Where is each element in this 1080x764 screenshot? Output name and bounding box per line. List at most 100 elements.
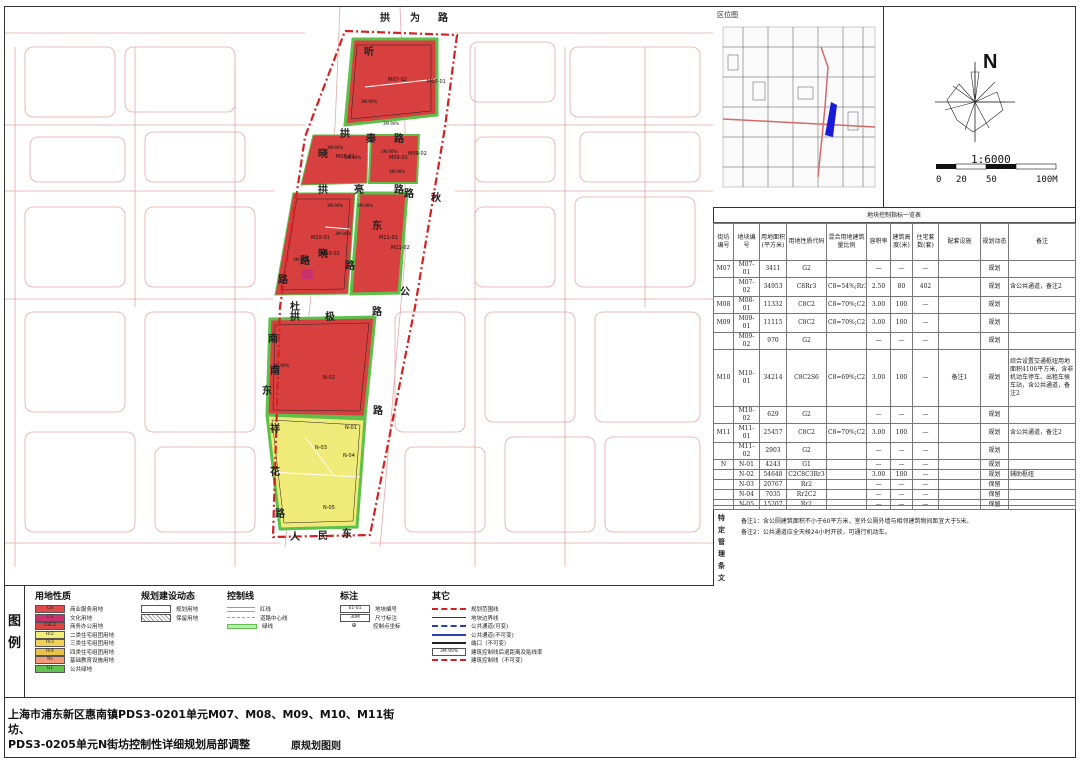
control-annotation: 3M.90% (389, 169, 405, 174)
table-cell: 规划 (980, 277, 1009, 297)
table-cell: 2.50 (866, 277, 891, 297)
table-cell (1008, 459, 1076, 470)
road-name-char: 人 (290, 530, 301, 543)
table-cell: 100 (890, 423, 913, 443)
road-name-char: 秦 (365, 132, 377, 145)
parcel-label: M09-02 (408, 151, 427, 157)
legend-label: 地块编号 (375, 607, 398, 614)
table-cell: 2903 (759, 442, 787, 460)
table-row: M07 M07-01 3411 G2— — — 规划 (713, 260, 1076, 278)
table-cell: 含公共通道，备注2 (1008, 277, 1076, 297)
table-cell (826, 479, 867, 490)
legend-marks: 标注 01-01 地块编号 30M 尺寸标注 ⊕ 控制点坐标 (340, 589, 401, 631)
table-cell (1008, 479, 1076, 490)
scale-tick: 100M (1036, 175, 1058, 185)
legend-label: 公共通道(可变) (471, 624, 509, 631)
table-row: N-04 7035 Rr2C2— — — 保留 (713, 489, 1076, 500)
table-cell: M11-01 (733, 423, 760, 443)
legend-label: 规划用地 (176, 607, 199, 614)
legend-land-use: 用地性质 C8 商业服务用地 C3 文化用地 C8C2 商务办公用地 Rr2 二类住宅组团用地… (35, 589, 114, 673)
plan-subtitle: 原规划图则 (291, 741, 341, 752)
legend-control-title: 控制线 (227, 592, 255, 602)
table-cell: 含公共通道，备注2 (1008, 423, 1076, 443)
road-name-char: 极 (325, 310, 336, 323)
legend-label: 地块边界线 (471, 615, 499, 622)
legend-row: 3M.90% 建筑控制线后退距离及贴线率 (432, 647, 543, 657)
legend-label: 公共通道(不可变) (471, 632, 514, 639)
table-title: 地块控制指标一览表 (713, 209, 1075, 223)
index-table: 街坊编号 地块编号 用地面积(平方米) 用地性质代码 混合用地建筑量比例 容积率… (713, 223, 1076, 510)
legend-sample: 30M (340, 613, 370, 622)
special-label: 特定管理条文 (718, 514, 725, 582)
legend-swatch: C8C2 (35, 622, 65, 631)
table-cell: — (890, 479, 913, 490)
legend-other: 其它 规划范围线 地块边界线 公共通道(可变) 公共通道(不可变) 端口（不可变… (432, 589, 543, 665)
table-row: N N-01 4243 G1— — — 规划 (713, 459, 1076, 470)
table-cell: M09 (713, 313, 734, 333)
control-annotation: 3M.90% (293, 257, 309, 262)
legend-marks-title: 标注 (340, 592, 359, 602)
table-row: M09-02 970 G2— — — 规划 (713, 332, 1076, 350)
legend-row: 红线 (227, 605, 288, 614)
table-cell: 11332 (759, 296, 787, 314)
table-cell: M09-01 (733, 313, 760, 333)
table-cell: G2 (786, 406, 827, 424)
table-row: M10M10-0134214C8C2S6C8=69%;C2=40%;S6=1%3… (713, 349, 1076, 407)
legend-row: C3 文化用地 (35, 613, 114, 623)
legend-row: 地块边界线 (432, 614, 543, 623)
control-annotation: 3M.90% (383, 121, 399, 126)
road-name-char: 公 (400, 286, 410, 298)
table-cell: N-02 (733, 469, 760, 480)
table-row: M08M08-0111332C8C2C8=70%;C2=30%3.00100— 规… (713, 296, 1076, 314)
table-cell: — (890, 332, 913, 350)
legend-row: 规划用地 (141, 605, 198, 614)
table-cell: M07 (713, 260, 734, 278)
table-cell: — (890, 489, 913, 500)
table-cell: 规划 (980, 469, 1009, 480)
table-cell: 100 (890, 313, 913, 333)
table-cell: — (912, 479, 939, 490)
table-cell (1008, 313, 1076, 333)
sidebar: 区位图 N 1:6000 0 20 50 100M 地块控制指标一览表 街坊编号… (713, 7, 1076, 585)
road-name-char: 南 (268, 332, 278, 345)
legend-row: 建筑控制线（不可变） (432, 656, 543, 665)
special-notes: 备注1：含公厕建筑面积不小于60平方米，室外公厕外墙与相邻建筑物间距宜大于5米。… (741, 516, 1071, 538)
control-annotation: 3M.90% (327, 145, 343, 150)
legend: 图 例 用地性质 C8 商业服务用地 C3 文化用地 C8C2 商务办公用地 Rr2 二类住宅… (5, 585, 1075, 698)
legend-swatch: C3 (35, 613, 65, 622)
table-cell: — (912, 313, 939, 333)
parcel-label: M11-01 (379, 235, 398, 241)
legend-row: Rr4 四类住宅组团用地 (35, 647, 114, 657)
table-cell: 规划 (980, 296, 1009, 314)
table-cell: 规划 (980, 313, 1009, 333)
table-row: M10-02 629 G2— — — 规划 (713, 406, 1076, 424)
table-cell: 规划 (980, 332, 1009, 350)
table-cell: Rr2C2 (786, 489, 827, 500)
road-name-char: 路 (394, 132, 405, 145)
table-cell: G2 (786, 332, 827, 350)
header-status: 规划动态 (980, 223, 1009, 261)
control-annotation: 3M.90% (327, 203, 343, 208)
legend-char: 图 (7, 614, 21, 629)
parcel-label: N-04 (343, 453, 355, 459)
legend-row: 公共通道(不可变) (432, 631, 543, 640)
table-cell: 34953 (759, 277, 787, 297)
plan-title-line2: PDS3-0205单元N街坊控制性详细规划局部调整 (8, 738, 251, 751)
control-annotation: 3M.90% (381, 149, 397, 154)
table-row: N-03 20767 Rr2— — — 保留 (713, 479, 1076, 490)
control-annotation: 3M.90% (273, 363, 289, 368)
road-name-char: 为 (410, 11, 420, 24)
planning-map: 拱为路听拱秦路晓拱亮路秋东拱极路公南东路祥花路人民东路路路南晓路杜 M07-02… (5, 7, 714, 586)
table-cell (938, 423, 981, 443)
table-cell: — (866, 479, 891, 490)
table-cell: 34214 (759, 349, 787, 407)
table-cell: C8C2S6 (786, 349, 827, 407)
table-cell (938, 277, 981, 297)
table-cell: C8C2 (786, 296, 827, 314)
culture-icon (301, 269, 313, 279)
table-cell: M11 (713, 423, 734, 443)
table-cell (1008, 332, 1076, 350)
legend-swatch: Rr4 (35, 647, 65, 656)
road-name-char: 路 (438, 11, 449, 24)
inset-title: 区位图 (717, 11, 738, 19)
